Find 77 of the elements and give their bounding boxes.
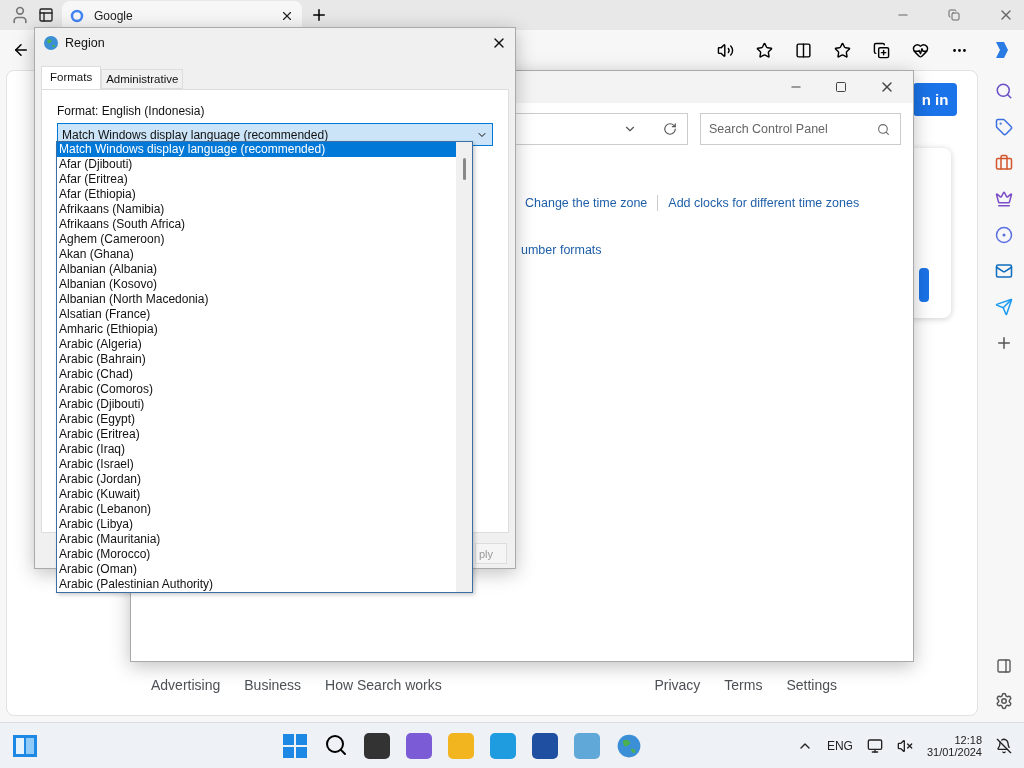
list-option[interactable]: Arabic (Jordan): [57, 472, 456, 487]
dialog-title: Region: [65, 36, 105, 50]
list-option[interactable]: Arabic (Israel): [57, 457, 456, 472]
list-option[interactable]: Arabic (Algeria): [57, 337, 456, 352]
maximize-icon[interactable]: [835, 81, 847, 93]
list-option[interactable]: Afar (Ethiopia): [57, 187, 456, 202]
link[interactable]: umber formats: [521, 243, 602, 257]
list-option[interactable]: Afrikaans (Namibia): [57, 202, 456, 217]
list-option[interactable]: Arabic (Bahrain): [57, 352, 456, 367]
list-option[interactable]: Albanian (Albania): [57, 262, 456, 277]
list-option[interactable]: Arabic (Comoros): [57, 382, 456, 397]
list-option[interactable]: Arabic (Kuwait): [57, 487, 456, 502]
favorite-star-icon[interactable]: [756, 41, 773, 59]
widgets-icon[interactable]: [12, 733, 38, 758]
search-icon: [877, 122, 890, 136]
favorites-icon[interactable]: [834, 41, 851, 59]
notification-icon[interactable]: [996, 737, 1012, 754]
add-icon[interactable]: [995, 334, 1013, 352]
list-option[interactable]: Akan (Ghana): [57, 247, 456, 262]
list-option[interactable]: Afar (Djibouti): [57, 157, 456, 172]
clock[interactable]: 12:18 31/01/2024: [926, 733, 982, 758]
sign-in-button[interactable]: n in: [913, 83, 957, 116]
link[interactable]: Change the time zone: [525, 196, 648, 210]
footer-link[interactable]: Business: [244, 677, 302, 693]
start-icon[interactable]: [282, 732, 309, 759]
tab[interactable]: Formats: [41, 66, 102, 89]
settings-icon[interactable]: [995, 692, 1013, 710]
send-icon[interactable]: [995, 298, 1013, 316]
globe-icon[interactable]: [616, 732, 643, 759]
search-field[interactable]: Search Control Panel: [700, 113, 901, 145]
list-option[interactable]: Albanian (North Macedonia): [57, 292, 456, 307]
list-option[interactable]: Arabic (Lebanon): [57, 502, 456, 517]
link[interactable]: Add clocks for different time zones: [668, 196, 860, 210]
list-option[interactable]: Alsatian (France): [57, 307, 456, 322]
list-option[interactable]: Arabic (Morocco): [57, 547, 456, 562]
footer-link[interactable]: Terms: [724, 677, 763, 693]
refresh-icon[interactable]: [663, 122, 677, 136]
briefcase-icon[interactable]: [995, 154, 1013, 172]
list-option[interactable]: Arabic (Oman): [57, 562, 456, 577]
list-option[interactable]: Arabic (Djibouti): [57, 397, 456, 412]
close-tab-icon[interactable]: [280, 9, 294, 23]
card-button[interactable]: [919, 268, 929, 302]
list-option[interactable]: Amharic (Ethiopia): [57, 322, 456, 337]
list-option[interactable]: Arabic (Chad): [57, 367, 456, 382]
volume-muted-icon[interactable]: [896, 737, 913, 754]
list-option[interactable]: Albanian (Kosovo): [57, 277, 456, 292]
read-aloud-icon[interactable]: [717, 41, 734, 59]
footer-link[interactable]: Advertising: [151, 677, 221, 693]
language-indicator[interactable]: ENG: [826, 738, 853, 753]
globe-icon: [43, 35, 59, 51]
profile-icon[interactable]: [10, 5, 30, 25]
back-icon[interactable]: [12, 41, 30, 59]
heart-pulse-icon[interactable]: [912, 41, 929, 59]
collections-icon[interactable]: [873, 41, 890, 59]
sidebar-icon[interactable]: [996, 658, 1012, 674]
list-option[interactable]: Arabic (Egypt): [57, 412, 456, 427]
list-option[interactable]: Aghem (Cameroon): [57, 232, 456, 247]
restore-icon[interactable]: [948, 9, 960, 21]
tab-actions-icon[interactable]: [38, 7, 54, 23]
list-option[interactable]: Afrikaans (South Africa): [57, 217, 456, 232]
scrollbar[interactable]: [456, 142, 472, 592]
list-option[interactable]: Arabic (Mauritania): [57, 532, 456, 547]
split-screen-icon[interactable]: [795, 41, 812, 59]
list-option[interactable]: Arabic (Palestinian Authority): [57, 577, 456, 592]
new-tab-icon[interactable]: [310, 6, 328, 24]
footer-link[interactable]: Settings: [786, 677, 837, 693]
search-icon[interactable]: [324, 732, 349, 757]
format-label: Format: English (Indonesia): [57, 104, 206, 118]
list-option[interactable]: Match Windows display language (recommended): [57, 142, 456, 157]
list-option[interactable]: Afar (Eritrea): [57, 172, 456, 187]
list-option[interactable]: Arabic (Libya): [57, 517, 456, 532]
footer-link[interactable]: Privacy: [654, 677, 701, 693]
list-option[interactable]: Arabic (Eritrea): [57, 427, 456, 442]
footer-link[interactable]: How Search works: [325, 677, 442, 693]
tab[interactable]: Administrative: [101, 69, 184, 89]
tag-icon[interactable]: [995, 118, 1013, 136]
list-option[interactable]: Arabic (Iraq): [57, 442, 456, 457]
